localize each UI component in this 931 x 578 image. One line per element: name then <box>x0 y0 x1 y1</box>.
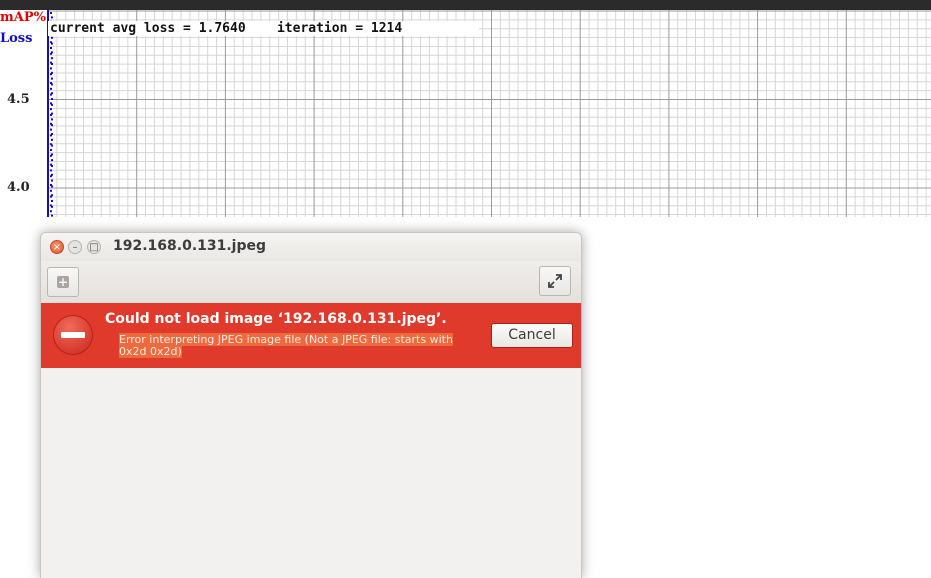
loss-point <box>51 214 53 217</box>
loss-point <box>51 77 53 80</box>
viewer-toolbar: + <box>41 261 581 304</box>
loss-point <box>50 47 52 49</box>
error-detail[interactable]: Error interpreting JPEG image file (Not … <box>119 333 453 358</box>
fullscreen-icon <box>548 274 562 288</box>
image-viewer-window: × – □ 192.168.0.131.jpeg + Could not loa… <box>40 232 582 578</box>
loss-point <box>50 134 52 137</box>
cancel-button[interactable]: Cancel <box>491 323 573 348</box>
loss-point <box>50 87 52 90</box>
loss-point <box>51 42 53 45</box>
loss-point <box>51 16 53 19</box>
loss-point <box>50 67 52 70</box>
y-tick-label: 4.0 <box>7 180 30 195</box>
loss-point <box>50 195 52 198</box>
loss-point <box>50 154 52 157</box>
loss-point <box>51 36 53 39</box>
map-legend-label: mAP% <box>0 10 46 25</box>
loss-point <box>51 103 53 106</box>
loss-point <box>51 165 53 167</box>
loss-point <box>50 108 52 111</box>
loss-point <box>50 73 52 76</box>
chart-grid <box>47 10 931 217</box>
loss-point <box>50 52 52 55</box>
image-content-area <box>41 368 581 578</box>
error-icon <box>54 316 92 354</box>
loss-point <box>51 200 53 202</box>
error-title: Could not load image ‘192.168.0.131.jpeg… <box>105 311 447 327</box>
screen-top-bar <box>0 0 931 10</box>
loss-legend-label: Loss <box>0 31 33 46</box>
loss-point <box>50 169 52 172</box>
loss-point <box>50 128 52 131</box>
window-title: 192.168.0.131.jpeg <box>113 238 267 254</box>
loss-point <box>51 124 53 127</box>
loss-point <box>51 83 53 86</box>
loss-point <box>50 93 52 96</box>
error-detail-container: Error interpreting JPEG image file (Not … <box>119 333 477 358</box>
loss-status-text: current avg loss = 1.7640 iteration = 12… <box>48 21 479 36</box>
loss-point <box>51 185 53 188</box>
loss-point <box>50 149 52 151</box>
add-button[interactable]: + <box>47 267 79 297</box>
loss-point <box>50 175 52 178</box>
loss-point <box>50 114 52 116</box>
loss-point <box>51 159 53 162</box>
loss-point <box>50 210 52 213</box>
add-icon: + <box>57 275 69 289</box>
error-infobar: Could not load image ‘192.168.0.131.jpeg… <box>41 303 581 368</box>
loss-point <box>51 144 53 147</box>
loss-point <box>50 12 52 14</box>
loss-point <box>51 138 53 141</box>
training-chart: mAP% Loss 4.5 4.0 current avg loss = 1.7… <box>0 10 931 217</box>
y-tick-label: 4.5 <box>7 92 30 107</box>
maximize-window-button[interactable]: □ <box>87 240 101 254</box>
loss-point <box>51 57 53 60</box>
loss-point <box>51 118 53 121</box>
minimize-window-button[interactable]: – <box>68 240 82 254</box>
loss-point <box>51 63 53 65</box>
window-titlebar[interactable]: × – □ 192.168.0.131.jpeg <box>41 233 581 261</box>
loss-point <box>51 98 53 100</box>
loss-point <box>51 205 53 208</box>
loss-point <box>50 189 52 192</box>
fullscreen-button[interactable] <box>539 266 571 296</box>
close-window-button[interactable]: × <box>50 240 64 254</box>
loss-point <box>51 179 53 182</box>
